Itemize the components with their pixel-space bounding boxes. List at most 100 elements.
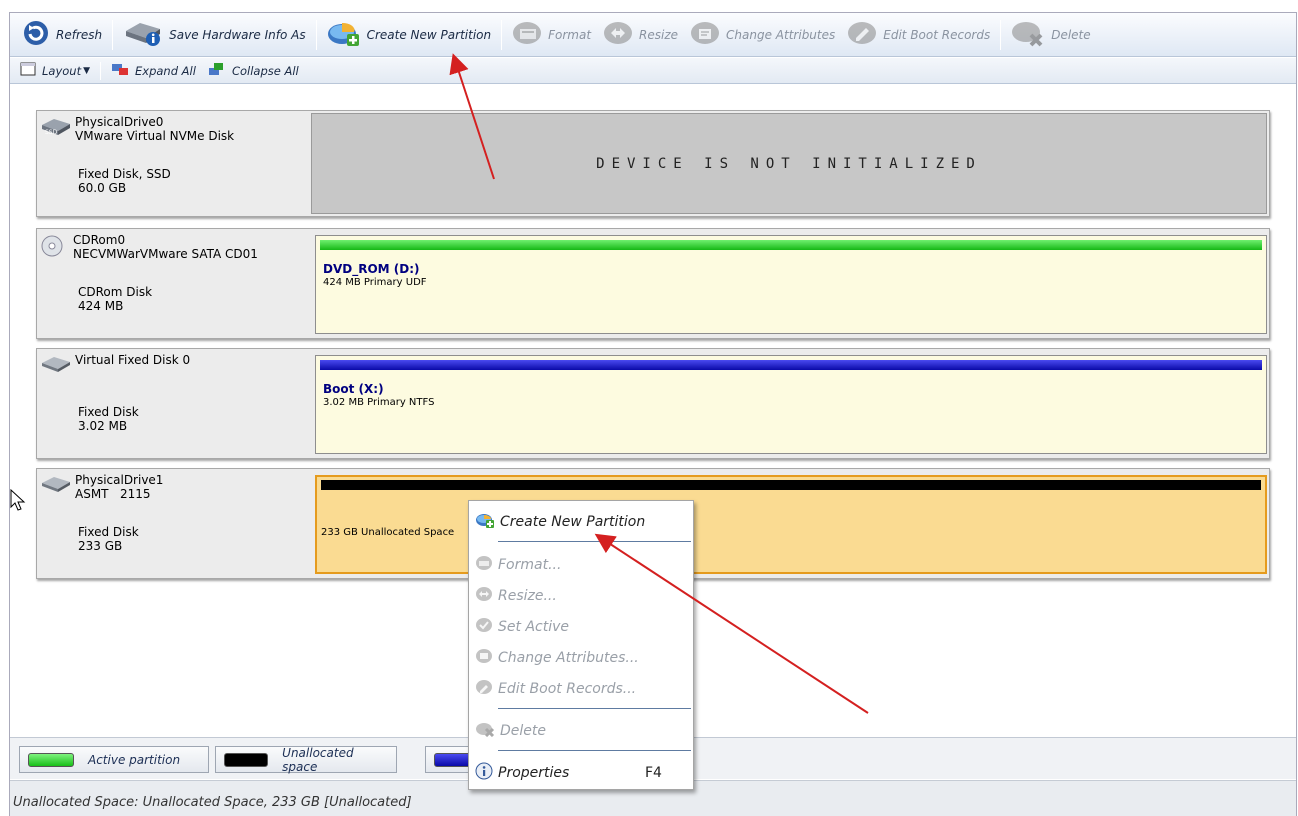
disk-panel-cdrom0[interactable]: CDRom0 NECVMWarVMware SATA CD01 CDRom Di…: [36, 228, 1270, 339]
partition-color-bar: [320, 240, 1262, 250]
partition-description: 3.02 MB Primary NTFS: [323, 397, 435, 408]
ssd-icon: SSD: [41, 117, 71, 140]
edit-boot-records-icon: [847, 19, 877, 50]
disk-size: 424 MB: [78, 299, 124, 313]
menu-item-set-active[interactable]: Set Active: [475, 614, 569, 640]
dropdown-arrow-icon: ▼: [83, 65, 91, 76]
mouse-cursor-icon: [10, 488, 26, 514]
disk-info: PhysicalDrive1 ASMT 2115 Fixed Disk 233 …: [37, 469, 311, 578]
partition-boot[interactable]: Boot (X:) 3.02 MB Primary NTFS: [315, 355, 1267, 454]
cd-icon: [41, 235, 63, 260]
menu-item-delete[interactable]: Delete: [475, 718, 546, 744]
disk-panel-physicaldrive0[interactable]: SSD PhysicalDrive0 VMware Virtual NVMe D…: [36, 110, 1270, 217]
disk-size: 3.02 MB: [78, 419, 128, 433]
edit-boot-records-icon: [475, 679, 493, 699]
svg-text:SSD: SSD: [45, 129, 58, 136]
partition-dvd-rom[interactable]: DVD_ROM (D:) 424 MB Primary UDF: [315, 235, 1267, 334]
toolbar-separator: [100, 61, 102, 80]
disk-model: NECVMWarVMware SATA CD01: [73, 247, 258, 261]
menu-label: Edit Boot Records...: [498, 681, 637, 697]
change-attributes-icon: [690, 19, 720, 50]
disk-panel-virtual-fixed-disk-0[interactable]: Virtual Fixed Disk 0 Fixed Disk 3.02 MB …: [36, 348, 1270, 459]
disk-type: Fixed Disk: [78, 405, 139, 419]
context-menu: Create New Partition Format... Resize...…: [468, 500, 694, 790]
layout-dropdown[interactable]: Layout ▼: [14, 60, 96, 82]
menu-item-edit-boot-records[interactable]: Edit Boot Records...: [475, 676, 636, 702]
expand-all-button[interactable]: Expand All: [105, 60, 202, 82]
menu-label: Create New Partition: [500, 514, 646, 530]
active-swatch: [28, 752, 74, 767]
disk-type: Fixed Disk: [78, 525, 139, 539]
delete-button[interactable]: Delete: [1005, 17, 1096, 53]
disk-info: Virtual Fixed Disk 0 Fixed Disk 3.02 MB: [37, 349, 311, 458]
resize-label: Resize: [639, 27, 679, 42]
expand-all-icon: [111, 62, 129, 79]
create-partition-icon: [327, 19, 361, 50]
disk-info: CDRom0 NECVMWarVMware SATA CD01 CDRom Di…: [37, 229, 311, 338]
disk-info: SSD PhysicalDrive0 VMware Virtual NVMe D…: [37, 111, 311, 216]
change-attributes-button[interactable]: Change Attributes: [684, 17, 841, 53]
not-initialized-message: DEVICE IS NOT INITIALIZED: [596, 155, 982, 172]
unallocated-swatch: [224, 752, 269, 767]
menu-label: Change Attributes...: [498, 650, 639, 666]
menu-label: Set Active: [498, 619, 569, 635]
edit-boot-records-button[interactable]: Edit Boot Records: [841, 17, 996, 53]
unallocated-space-selected[interactable]: 233 GB Unallocated Space: [315, 475, 1267, 574]
create-partition-icon: [475, 511, 495, 533]
layout-icon: [20, 62, 36, 79]
menu-separator: [498, 541, 691, 542]
menu-label: Properties: [498, 765, 570, 781]
menu-item-resize[interactable]: Resize...: [475, 583, 557, 609]
device-not-initialized-area[interactable]: DEVICE IS NOT INITIALIZED: [311, 113, 1267, 214]
change-attributes-icon: [475, 648, 493, 668]
format-label: Format: [548, 27, 592, 42]
toolbar-separator: [501, 19, 503, 50]
hardware-info-icon: [123, 19, 163, 50]
legend-active-partition: Active partition: [19, 746, 209, 773]
disk-name: CDRom0: [73, 233, 126, 247]
save-hardware-info-button[interactable]: Save Hardware Info As: [117, 17, 311, 53]
resize-button[interactable]: Resize: [597, 17, 684, 53]
refresh-label: Refresh: [56, 27, 103, 42]
view-toolbar: Layout ▼ Expand All Collapse All: [10, 58, 1296, 84]
format-icon: [475, 555, 493, 575]
partition-map: DVD_ROM (D:) 424 MB Primary UDF: [311, 231, 1267, 336]
menu-separator: [498, 750, 691, 751]
collapse-all-label: Collapse All: [231, 63, 299, 78]
create-new-partition-button[interactable]: Create New Partition: [321, 17, 498, 53]
delete-label: Delete: [1051, 27, 1091, 42]
delete-icon: [475, 721, 495, 741]
partition-description: 233 GB Unallocated Space: [321, 527, 455, 538]
partition-color-bar: [320, 360, 1262, 370]
menu-label: Resize...: [498, 588, 557, 604]
collapse-all-button[interactable]: Collapse All: [202, 60, 305, 82]
menu-item-create-new-partition[interactable]: Create New Partition: [475, 509, 645, 535]
legend-unallocated-space: Unallocated space: [215, 745, 397, 774]
set-active-icon: [475, 617, 493, 637]
disk-drive-icon: [41, 355, 71, 376]
legend-active-label: Active partition: [88, 752, 181, 767]
format-button[interactable]: Format: [506, 17, 597, 53]
refresh-icon: [22, 19, 50, 50]
properties-icon: [475, 762, 493, 784]
partition-map: Boot (X:) 3.02 MB Primary NTFS: [311, 351, 1267, 456]
legend-unallocated-label: Unallocated space: [282, 745, 354, 774]
disk-name: Virtual Fixed Disk 0: [75, 353, 191, 367]
layout-label: Layout: [42, 63, 82, 78]
menu-item-format[interactable]: Format...: [475, 552, 561, 578]
partition-title: DVD_ROM (D:): [323, 262, 420, 276]
disk-drive-icon: [41, 475, 71, 496]
disk-name: PhysicalDrive1: [75, 473, 164, 487]
menu-item-properties[interactable]: Properties F4: [475, 760, 685, 786]
delete-icon: [1011, 19, 1045, 50]
partition-description: 424 MB Primary UDF: [323, 277, 427, 288]
format-icon: [512, 19, 542, 50]
disk-size: 60.0 GB: [78, 181, 127, 195]
menu-label: Format...: [498, 557, 562, 573]
menu-label: Delete: [500, 723, 546, 739]
disk-model: ASMT 2115: [75, 487, 151, 501]
menu-separator: [498, 708, 691, 709]
refresh-button[interactable]: Refresh: [16, 17, 108, 53]
menu-item-change-attributes[interactable]: Change Attributes...: [475, 645, 639, 671]
main-toolbar: Refresh Save Hardware Info As Create New…: [10, 13, 1296, 57]
